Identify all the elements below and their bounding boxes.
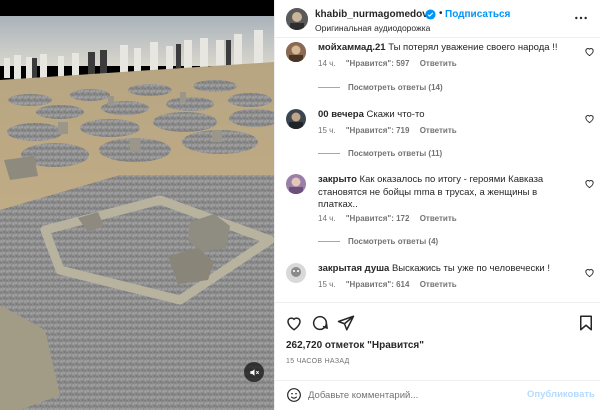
- comment-meta: 14 ч. "Нравится": 597 Ответить: [318, 59, 465, 68]
- comment-body: Скажи что-то: [366, 109, 425, 120]
- comment-time: 15 ч.: [318, 126, 336, 135]
- comment-item: мойхаммад.21 Ты потерял уважение своего …: [275, 42, 600, 97]
- comment-body: Выскажись ты уже по человечески !: [391, 263, 551, 274]
- like-heart-icon[interactable]: [285, 314, 303, 332]
- replies-divider: [318, 241, 340, 242]
- mute-icon: [249, 368, 259, 376]
- replies-divider: [318, 153, 340, 154]
- comment-likes[interactable]: "Нравится": 614: [346, 280, 410, 289]
- comment-avatar[interactable]: [286, 174, 306, 194]
- comment-icon[interactable]: [311, 314, 329, 332]
- view-replies-label: Посмотреть ответы (4): [348, 237, 439, 246]
- comment-text: закрытая душа Выскажись ты уже по челове…: [318, 263, 573, 276]
- comment-time: 14 ч.: [318, 214, 336, 223]
- more-icon[interactable]: [573, 10, 589, 26]
- comment-username[interactable]: мойхаммад.21: [318, 42, 386, 53]
- audio-link[interactable]: Оригинальная аудиодорожка: [315, 23, 430, 33]
- header-separator: •: [439, 8, 443, 19]
- view-replies-label: Посмотреть ответы (14): [348, 83, 443, 92]
- comment-username[interactable]: закрыто: [318, 174, 357, 185]
- comment-likes[interactable]: "Нравится": 597: [346, 59, 410, 68]
- reply-button[interactable]: Ответить: [420, 214, 457, 223]
- comment-avatar[interactable]: [286, 109, 306, 129]
- cemetery-photo: [0, 0, 274, 410]
- post-header: khabib_nurmagomedov • Подписаться Оригин…: [275, 0, 600, 38]
- post-panel: khabib_nurmagomedov • Подписаться Оригин…: [274, 0, 600, 410]
- comment-time: 15 ч.: [318, 280, 336, 289]
- author-username[interactable]: khabib_nurmagomedov: [315, 9, 428, 20]
- comment-username[interactable]: закрытая душа: [318, 263, 389, 274]
- reply-button[interactable]: Ответить: [420, 280, 457, 289]
- author-avatar[interactable]: [286, 8, 308, 30]
- reply-button[interactable]: Ответить: [420, 126, 457, 135]
- comment-username[interactable]: 00 вечера: [318, 109, 364, 120]
- comment-time: 14 ч.: [318, 59, 336, 68]
- replies-divider: [318, 87, 340, 88]
- view-replies-label: Посмотреть ответы (11): [348, 149, 443, 158]
- share-icon[interactable]: [337, 314, 355, 332]
- comment-avatar[interactable]: [286, 42, 306, 62]
- comment-text: мойхаммад.21 Ты потерял уважение своего …: [318, 42, 573, 55]
- comment-item: 00 вечера Скажи что-то 15 ч. "Нравится":…: [275, 109, 600, 164]
- view-replies[interactable]: Посмотреть ответы (4): [318, 237, 438, 246]
- heart-icon[interactable]: [584, 46, 595, 57]
- post-media[interactable]: [0, 0, 274, 410]
- comment-meta: 15 ч. "Нравится": 719 Ответить: [318, 126, 465, 135]
- follow-button[interactable]: Подписаться: [445, 9, 510, 20]
- comment-likes[interactable]: "Нравится": 719: [346, 126, 410, 135]
- bookmark-icon[interactable]: [577, 314, 595, 332]
- view-replies[interactable]: Посмотреть ответы (14): [318, 83, 443, 92]
- comment-text: закрыто Как оказалось по итогу - героями…: [318, 174, 573, 212]
- mute-button[interactable]: [244, 362, 264, 382]
- post-time: 15 ЧАСОВ НАЗАД: [286, 358, 350, 365]
- comment-meta: 15 ч. "Нравится": 614 Ответить: [318, 280, 465, 289]
- heart-icon[interactable]: [584, 178, 595, 189]
- view-replies[interactable]: Посмотреть ответы (11): [318, 149, 442, 158]
- action-bar: 262,720 отметок "Нравится" 15 ЧАСОВ НАЗА…: [275, 302, 600, 382]
- reply-button[interactable]: Ответить: [420, 59, 457, 68]
- publish-button[interactable]: Опубликовать: [527, 389, 595, 400]
- comment-item: закрыто Как оказалось по итогу - героями…: [275, 174, 600, 249]
- comment-text: 00 вечера Скажи что-то: [318, 109, 573, 122]
- verified-icon: [425, 9, 436, 20]
- emoji-icon[interactable]: [286, 387, 302, 403]
- comment-item: закрытая душа Выскажись ты уже по челове…: [275, 263, 600, 295]
- comment-meta: 14 ч. "Нравится": 172 Ответить: [318, 214, 465, 223]
- heart-icon[interactable]: [584, 267, 595, 278]
- comment-body: Ты потерял уважение своего народа !!: [388, 42, 558, 53]
- likes-count[interactable]: 262,720 отметок "Нравится": [286, 340, 424, 351]
- comment-input[interactable]: [308, 387, 518, 403]
- heart-icon[interactable]: [584, 113, 595, 124]
- comment-likes[interactable]: "Нравится": 172: [346, 214, 410, 223]
- add-comment-bar: Опубликовать: [275, 380, 600, 410]
- comment-avatar[interactable]: [286, 263, 306, 283]
